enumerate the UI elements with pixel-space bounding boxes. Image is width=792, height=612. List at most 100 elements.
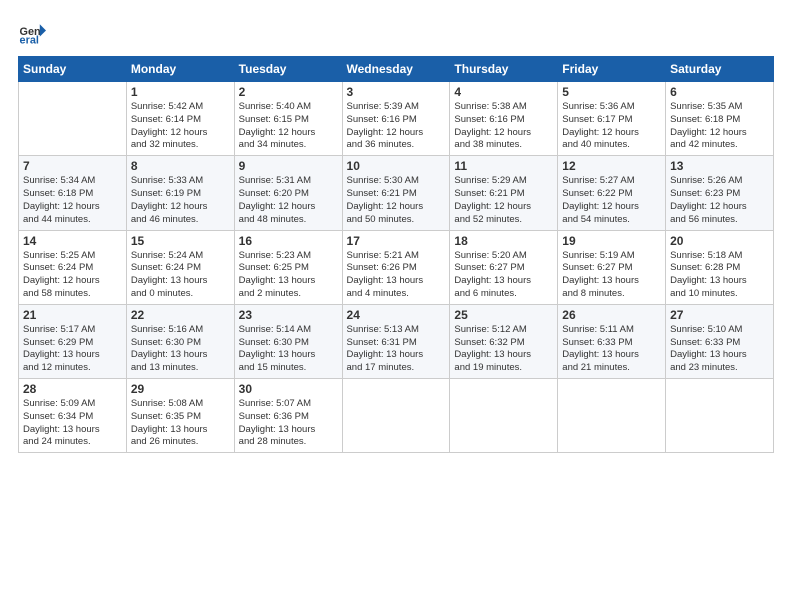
day-info: Sunrise: 5:20 AM Sunset: 6:27 PM Dayligh… (454, 250, 553, 301)
day-info: Sunrise: 5:11 AM Sunset: 6:33 PM Dayligh… (562, 324, 661, 375)
day-number: 7 (23, 159, 122, 173)
calendar-cell: 13 Sunrise: 5:26 AM Sunset: 6:23 PM Dayli… (666, 156, 774, 230)
day-number: 27 (670, 308, 769, 322)
calendar-cell: 5Sunrise: 5:36 AM Sunset: 6:17 PM Daylig… (558, 82, 666, 156)
svg-text:eral: eral (20, 35, 39, 46)
day-number: 16 (239, 234, 338, 248)
day-number: 1 (131, 85, 230, 99)
day-info: Sunrise: 5:21 AM Sunset: 6:26 PM Dayligh… (347, 250, 446, 301)
day-number: 8 (131, 159, 230, 173)
day-number: 18 (454, 234, 553, 248)
day-number: 21 (23, 308, 122, 322)
day-info: Sunrise: 5:24 AM Sunset: 6:24 PM Dayligh… (131, 250, 230, 301)
day-number: 29 (131, 382, 230, 396)
calendar-cell: 27 Sunrise: 5:10 AM Sunset: 6:33 PM Dayli… (666, 304, 774, 378)
day-info: Sunrise: 5:30 AM Sunset: 6:21 PM Dayligh… (347, 175, 446, 226)
day-number: 23 (239, 308, 338, 322)
day-info: Sunrise: 5:29 AM Sunset: 6:21 PM Dayligh… (454, 175, 553, 226)
day-info: Sunrise: 5:33 AM Sunset: 6:19 PM Dayligh… (131, 175, 230, 226)
logo: Gen eral (18, 18, 50, 46)
calendar-cell: 10 Sunrise: 5:30 AM Sunset: 6:21 PM Dayli… (342, 156, 450, 230)
day-number: 15 (131, 234, 230, 248)
day-number: 13 (670, 159, 769, 173)
day-number: 9 (239, 159, 338, 173)
calendar-cell (342, 379, 450, 453)
calendar: SundayMondayTuesdayWednesdayThursdayFrid… (18, 56, 774, 453)
day-number: 20 (670, 234, 769, 248)
calendar-cell: 24 Sunrise: 5:13 AM Sunset: 6:31 PM Dayli… (342, 304, 450, 378)
day-info: Sunrise: 5:27 AM Sunset: 6:22 PM Dayligh… (562, 175, 661, 226)
calendar-cell: 22 Sunrise: 5:16 AM Sunset: 6:30 PM Dayli… (126, 304, 234, 378)
calendar-header-tuesday: Tuesday (234, 57, 342, 82)
calendar-cell: 23 Sunrise: 5:14 AM Sunset: 6:30 PM Dayli… (234, 304, 342, 378)
calendar-header-wednesday: Wednesday (342, 57, 450, 82)
calendar-cell: 14Sunrise: 5:25 AM Sunset: 6:24 PM Dayli… (19, 230, 127, 304)
day-info: Sunrise: 5:42 AM Sunset: 6:14 PM Dayligh… (131, 101, 230, 152)
calendar-cell: 21 Sunrise: 5:17 AM Sunset: 6:29 PM Dayli… (19, 304, 127, 378)
calendar-cell: 15 Sunrise: 5:24 AM Sunset: 6:24 PM Dayli… (126, 230, 234, 304)
day-info: Sunrise: 5:35 AM Sunset: 6:18 PM Dayligh… (670, 101, 769, 152)
calendar-cell: 20Sunrise: 5:18 AM Sunset: 6:28 PM Dayli… (666, 230, 774, 304)
day-number: 22 (131, 308, 230, 322)
calendar-cell: 29 Sunrise: 5:08 AM Sunset: 6:35 PM Dayli… (126, 379, 234, 453)
calendar-week-row: 28 Sunrise: 5:09 AM Sunset: 6:34 PM Dayli… (19, 379, 774, 453)
day-number: 14 (23, 234, 122, 248)
day-number: 10 (347, 159, 446, 173)
day-info: Sunrise: 5:12 AM Sunset: 6:32 PM Dayligh… (454, 324, 553, 375)
day-info: Sunrise: 5:38 AM Sunset: 6:16 PM Dayligh… (454, 101, 553, 152)
day-info: Sunrise: 5:31 AM Sunset: 6:20 PM Dayligh… (239, 175, 338, 226)
calendar-body: 1 Sunrise: 5:42 AM Sunset: 6:14 PM Daylig… (19, 82, 774, 453)
day-number: 25 (454, 308, 553, 322)
calendar-cell: 3Sunrise: 5:39 AM Sunset: 6:16 PM Daylig… (342, 82, 450, 156)
day-number: 28 (23, 382, 122, 396)
calendar-cell: 7 Sunrise: 5:34 AM Sunset: 6:18 PM Daylig… (19, 156, 127, 230)
calendar-cell: 26Sunrise: 5:11 AM Sunset: 6:33 PM Dayli… (558, 304, 666, 378)
day-info: Sunrise: 5:26 AM Sunset: 6:23 PM Dayligh… (670, 175, 769, 226)
day-info: Sunrise: 5:10 AM Sunset: 6:33 PM Dayligh… (670, 324, 769, 375)
calendar-cell: 17Sunrise: 5:21 AM Sunset: 6:26 PM Dayli… (342, 230, 450, 304)
calendar-week-row: 7 Sunrise: 5:34 AM Sunset: 6:18 PM Daylig… (19, 156, 774, 230)
calendar-header-saturday: Saturday (666, 57, 774, 82)
calendar-cell: 6 Sunrise: 5:35 AM Sunset: 6:18 PM Daylig… (666, 82, 774, 156)
calendar-cell (558, 379, 666, 453)
calendar-header-sunday: Sunday (19, 57, 127, 82)
calendar-cell (19, 82, 127, 156)
calendar-cell: 4 Sunrise: 5:38 AM Sunset: 6:16 PM Daylig… (450, 82, 558, 156)
day-info: Sunrise: 5:34 AM Sunset: 6:18 PM Dayligh… (23, 175, 122, 226)
calendar-cell: 11Sunrise: 5:29 AM Sunset: 6:21 PM Dayli… (450, 156, 558, 230)
day-info: Sunrise: 5:08 AM Sunset: 6:35 PM Dayligh… (131, 398, 230, 449)
calendar-cell: 25 Sunrise: 5:12 AM Sunset: 6:32 PM Dayli… (450, 304, 558, 378)
calendar-cell: 16 Sunrise: 5:23 AM Sunset: 6:25 PM Dayli… (234, 230, 342, 304)
day-number: 6 (670, 85, 769, 99)
calendar-cell: 19 Sunrise: 5:19 AM Sunset: 6:27 PM Dayli… (558, 230, 666, 304)
logo-icon: Gen eral (18, 18, 46, 46)
calendar-header-thursday: Thursday (450, 57, 558, 82)
calendar-cell (666, 379, 774, 453)
day-info: Sunrise: 5:39 AM Sunset: 6:16 PM Dayligh… (347, 101, 446, 152)
day-info: Sunrise: 5:09 AM Sunset: 6:34 PM Dayligh… (23, 398, 122, 449)
day-number: 12 (562, 159, 661, 173)
day-info: Sunrise: 5:40 AM Sunset: 6:15 PM Dayligh… (239, 101, 338, 152)
calendar-cell: 2 Sunrise: 5:40 AM Sunset: 6:15 PM Daylig… (234, 82, 342, 156)
calendar-cell: 18 Sunrise: 5:20 AM Sunset: 6:27 PM Dayli… (450, 230, 558, 304)
calendar-header-row: SundayMondayTuesdayWednesdayThursdayFrid… (19, 57, 774, 82)
calendar-week-row: 21 Sunrise: 5:17 AM Sunset: 6:29 PM Dayli… (19, 304, 774, 378)
calendar-header-monday: Monday (126, 57, 234, 82)
day-number: 4 (454, 85, 553, 99)
day-info: Sunrise: 5:16 AM Sunset: 6:30 PM Dayligh… (131, 324, 230, 375)
calendar-cell: 28 Sunrise: 5:09 AM Sunset: 6:34 PM Dayli… (19, 379, 127, 453)
day-number: 19 (562, 234, 661, 248)
day-info: Sunrise: 5:14 AM Sunset: 6:30 PM Dayligh… (239, 324, 338, 375)
calendar-cell: 8 Sunrise: 5:33 AM Sunset: 6:19 PM Daylig… (126, 156, 234, 230)
calendar-week-row: 1 Sunrise: 5:42 AM Sunset: 6:14 PM Daylig… (19, 82, 774, 156)
day-info: Sunrise: 5:19 AM Sunset: 6:27 PM Dayligh… (562, 250, 661, 301)
day-info: Sunrise: 5:36 AM Sunset: 6:17 PM Dayligh… (562, 101, 661, 152)
day-info: Sunrise: 5:17 AM Sunset: 6:29 PM Dayligh… (23, 324, 122, 375)
day-info: Sunrise: 5:23 AM Sunset: 6:25 PM Dayligh… (239, 250, 338, 301)
day-number: 24 (347, 308, 446, 322)
calendar-cell: 9 Sunrise: 5:31 AM Sunset: 6:20 PM Daylig… (234, 156, 342, 230)
day-number: 30 (239, 382, 338, 396)
day-info: Sunrise: 5:07 AM Sunset: 6:36 PM Dayligh… (239, 398, 338, 449)
day-number: 2 (239, 85, 338, 99)
day-info: Sunrise: 5:13 AM Sunset: 6:31 PM Dayligh… (347, 324, 446, 375)
